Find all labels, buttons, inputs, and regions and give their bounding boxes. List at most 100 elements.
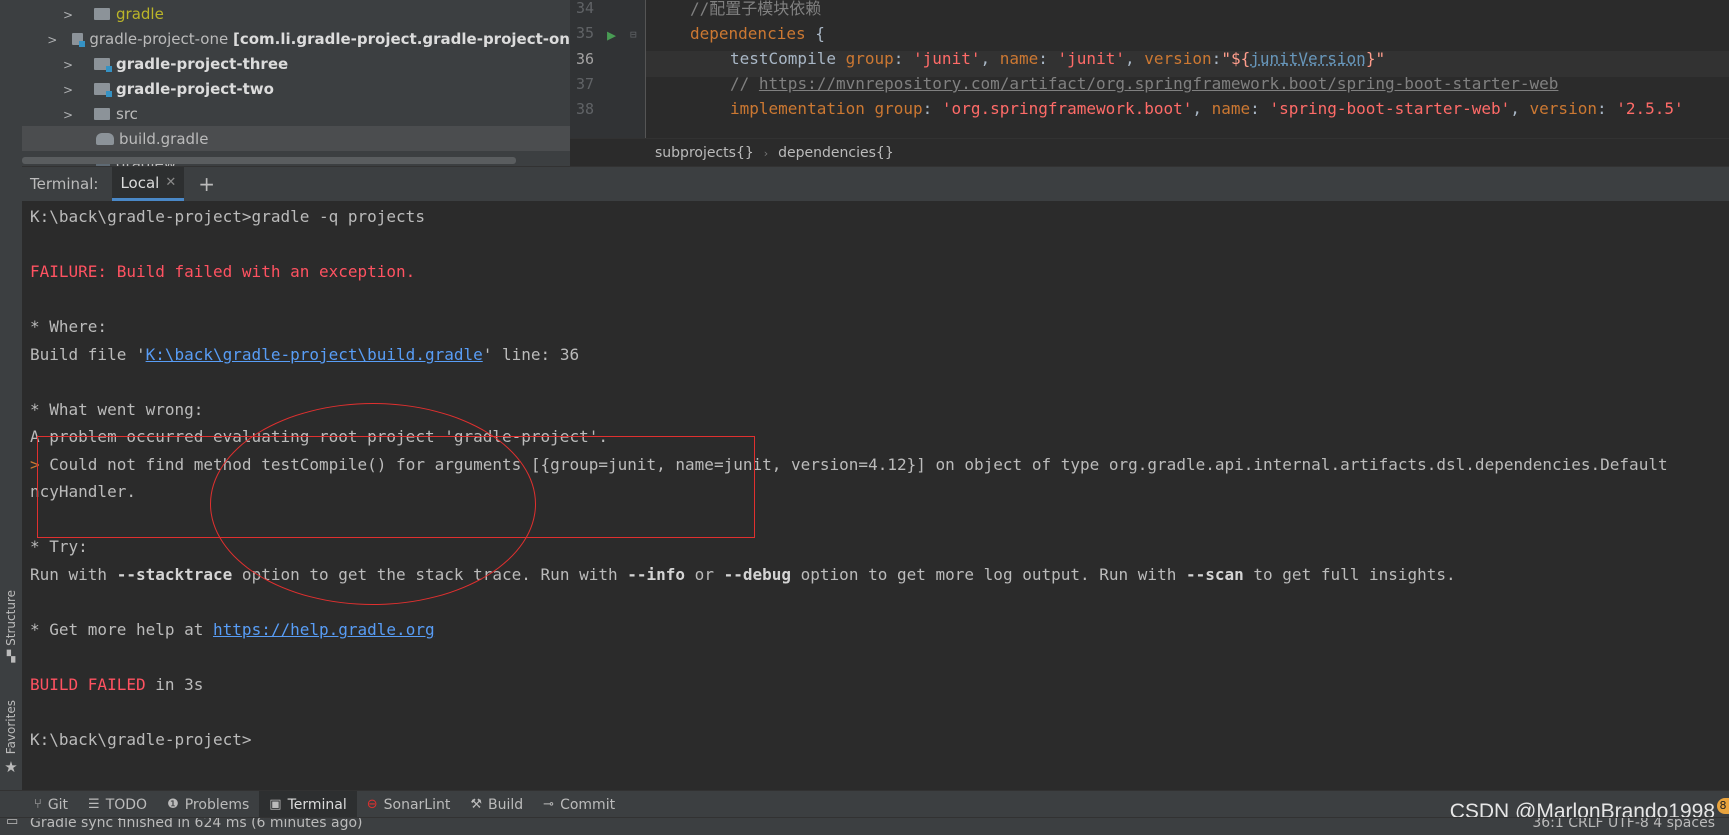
terminal-line: * What went wrong: [30,400,204,419]
tree-item-gradle[interactable]: > gradle [22,1,570,26]
chevron-right-icon[interactable]: > [62,83,74,97]
commit-icon: ⊸ [543,797,555,812]
status-message: Gradle sync finished in 624 ms (6 minute… [30,817,363,831]
code-comment-link[interactable]: https://mvnrepository.com/artifact/org.s… [759,74,1559,93]
terminal-text: * Get more help at [30,620,214,639]
chevron-right-icon[interactable]: > [62,108,74,122]
left-tool-strip: Structure ▚ Favorites ★ [0,0,23,790]
code-line-36: testCompile group: 'junit', name: 'junit… [730,46,1385,71]
fold-icon[interactable]: ⊟ [630,28,637,41]
terminal-line-error: FAILURE: Build failed with an exception. [30,262,416,281]
tab-terminal[interactable]: ▣ Terminal [259,791,357,818]
code-line-35: dependencies { [690,21,825,46]
code-string: 'spring-boot-starter-web' [1269,99,1511,118]
tab-sonarlint[interactable]: ⊖ SonarLint [357,791,461,818]
code-text: : [1211,49,1222,68]
tree-item-src[interactable]: > src [22,101,570,126]
structure-tab[interactable]: Structure ▚ [1,590,21,663]
code-method: testCompile [730,49,836,68]
code-variable: junitVersion [1250,49,1366,68]
code-text: : [893,49,914,68]
chevron-right-icon[interactable]: > [62,8,74,22]
terminal-text: Could not find method testCompile() for … [39,455,1668,474]
code-string: 'junit' [1057,49,1125,68]
tab-terminal-label: Terminal [287,796,347,813]
terminal-text-bold: --stacktrace [116,565,233,584]
status-right[interactable]: 36:1 CRLF UTF-8 4 spaces [1532,818,1715,831]
line-number: 38 [576,100,595,118]
tree-horizontal-scrollbar[interactable] [22,157,516,164]
code-string: 'org.springframework.boot' [941,99,1193,118]
code-string: "${ [1221,49,1251,68]
code-string: }" [1365,49,1386,68]
terminal-line: > Could not find method testCompile() fo… [30,451,1668,478]
tree-item-gradle-project-two[interactable]: > gradle-project-two [22,76,570,101]
code-string: 'junit' [913,49,981,68]
folder-icon [94,7,110,20]
tree-item-gradle-project-three[interactable]: > gradle-project-three [22,51,570,76]
status-bar: ▭ Gradle sync finished in 624 ms (6 minu… [0,817,1729,835]
chevron-right-icon: › [763,146,769,160]
code-line-37: // https://mvnrepository.com/artifact/or… [730,71,1558,96]
star-icon: ★ [4,758,18,777]
info-icon: ❶ [167,797,179,812]
tab-commit-label: Commit [560,796,616,813]
terminal-text-bold: --info [627,565,686,584]
structure-icon: ▚ [6,649,16,663]
terminal-line: * Get more help at https://help.gradle.o… [30,616,435,643]
tab-git[interactable]: ⑂ Git [24,791,78,818]
tree-item-label: gradle-project-one [89,29,229,48]
tab-build[interactable]: ⚒ Build [460,791,533,818]
tree-item-gradle-project-one[interactable]: > gradle-project-one [com.li.gradle-proj… [22,26,570,51]
line-number: 37 [576,75,595,93]
terminal-text: option to get the stack trace. Run with [232,565,628,584]
terminal-text: Build file ' [30,345,146,364]
tab-build-label: Build [488,796,524,813]
close-icon[interactable]: ✕ [165,175,176,190]
run-icon[interactable]: ▶ [607,26,616,44]
code-string: '2.5.5' [1616,99,1684,118]
editor-gutter: 34 35 36 37 38 ▶ ⊟ [570,0,646,138]
tab-problems[interactable]: ❶ Problems [157,791,259,818]
build-file-link[interactable]: K:\back\gradle-project\build.gradle [146,345,483,364]
code-text: , [980,49,1000,68]
terminal-text: ' line: 36 [482,345,580,364]
code-param: version [1144,49,1212,68]
terminal-line: * Where: [30,317,108,336]
tab-local-label: Local [120,173,160,192]
terminal-title: Terminal: [30,175,99,193]
breadcrumb-item-dependencies[interactable]: dependencies{} [778,145,894,161]
breadcrumb-item-subprojects[interactable]: subprojects{} [655,145,754,161]
tab-git-label: Git [47,796,69,813]
terminal-prompt: K:\back\gradle-project> [30,730,252,749]
tab-todo[interactable]: ☰ TODO [78,791,157,818]
favorites-tab[interactable]: Favorites ★ [1,700,21,776]
tree-item-label: build.gradle [119,129,209,148]
terminal-output[interactable]: K:\back\gradle-project>gradle -q project… [22,201,1729,790]
add-tab-icon[interactable]: + [198,172,215,196]
chevron-right-icon[interactable]: > [62,58,74,72]
hammer-icon: ⚒ [470,797,483,812]
chevron-right-icon[interactable]: > [46,33,58,47]
tab-local[interactable]: Local ✕ [112,167,185,201]
line-number: 36 [576,50,595,68]
tab-commit[interactable]: ⊸ Commit [533,791,625,818]
tab-sonarlint-label: SonarLint [383,796,451,813]
terminal-line: BUILD FAILED in 3s [30,671,203,698]
git-branch-icon: ⑂ [34,797,42,812]
terminal-line: ncyHandler. [30,482,136,501]
status-bar-toggle-icon[interactable]: ▭ [6,818,18,829]
help-link[interactable]: https://help.gradle.org [213,620,435,639]
tree-item-build-gradle[interactable]: build.gradle [22,126,570,151]
terminal-text: Run with [30,565,117,584]
code-text: , [1192,99,1212,118]
code-param: group [864,99,923,118]
code-text: : [1596,99,1617,118]
list-icon: ☰ [88,797,100,812]
terminal-line: * Try: [30,537,88,556]
code-editor[interactable]: 34 35 36 37 38 ▶ ⊟ //配置子模块依赖 dependencie… [570,0,1729,138]
code-text: : [1250,99,1270,118]
module-folder-icon [94,57,112,72]
code-comment: //配置子模块依赖 [690,0,822,18]
notification-badge[interactable]: 8 [1717,798,1729,814]
